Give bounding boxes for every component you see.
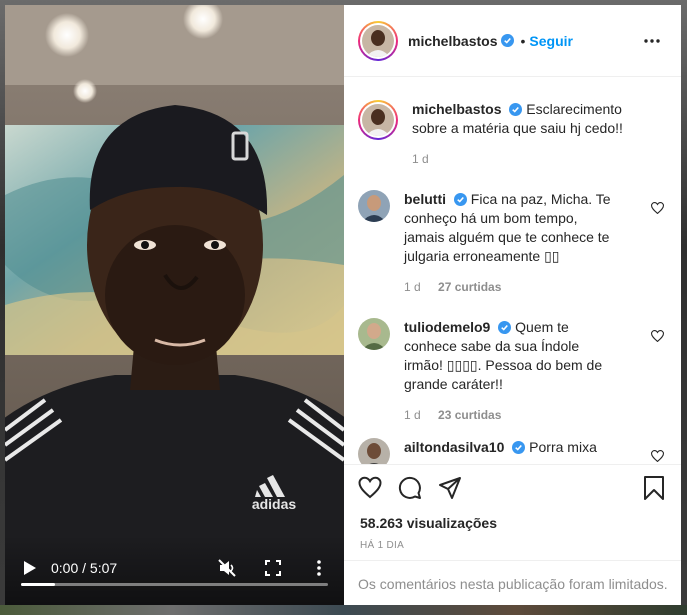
comment-body: ailtondasilva10 Porra mixa — [404, 438, 614, 464]
caption-avatar[interactable] — [358, 100, 398, 140]
action-buttons — [358, 476, 478, 500]
comment-icon[interactable] — [398, 476, 422, 500]
caption-time: 1 d — [412, 152, 429, 166]
comments-limited-bar: Os comentários nesta publicação foram li… — [344, 560, 681, 606]
adidas-stripes-icon — [255, 475, 285, 497]
caption-meta: 1 d — [412, 150, 652, 169]
comment-item: belutti Fica na paz, Micha. Te conheço h… — [358, 190, 668, 297]
verified-badge-icon — [501, 34, 515, 47]
video-controls-row: 0:00 / 5:07 — [19, 553, 330, 583]
author-avatar[interactable] — [358, 20, 398, 61]
video-frame — [5, 5, 344, 605]
video-more-button[interactable] — [308, 557, 330, 579]
play-button[interactable] — [19, 557, 41, 579]
follow-button[interactable]: Seguir — [529, 33, 573, 49]
like-icon[interactable] — [358, 476, 382, 500]
commenter-avatar[interactable] — [358, 190, 390, 222]
comments-list[interactable]: michelbastos Esclarecimento sobre a maté… — [344, 78, 681, 464]
adidas-logo: adidas — [245, 475, 303, 511]
video-progress-bar[interactable] — [21, 583, 328, 586]
share-icon[interactable] — [438, 476, 462, 500]
caption-username[interactable]: michelbastos — [412, 101, 501, 117]
video-progress-fill — [21, 583, 55, 586]
fullscreen-button[interactable] — [262, 557, 284, 579]
commenter-avatar[interactable] — [358, 438, 390, 464]
view-count[interactable]: 58.263 visualizações — [360, 515, 497, 531]
caption-avatar-image — [362, 104, 394, 136]
page-backdrop-strip — [0, 605, 687, 615]
comment-username[interactable]: tuliodemelo9 — [404, 319, 490, 335]
verified-badge-icon — [453, 193, 467, 206]
comment-likes[interactable]: 27 curtidas — [438, 280, 501, 294]
comment-item: tuliodemelo9 Quem te conhece sabe da sua… — [358, 318, 668, 425]
comment-likes[interactable]: 23 curtidas — [438, 408, 501, 422]
verified-badge-icon — [512, 441, 526, 454]
video-time: 0:00 / 5:07 — [51, 560, 118, 576]
adidas-wordmark: adidas — [251, 496, 297, 512]
comment-meta: 1 d 23 curtidas — [404, 406, 614, 425]
verified-badge-icon — [509, 103, 523, 116]
like-comment-icon[interactable] — [651, 450, 664, 462]
header-dot: • — [520, 32, 526, 49]
post-actions: 58.263 visualizações HÁ 1 DIA Os comentá… — [344, 464, 681, 605]
comment-item: ailtondasilva10 Porra mixa — [358, 438, 668, 464]
commenter-avatar[interactable] — [358, 318, 390, 350]
like-comment-icon[interactable] — [651, 202, 664, 214]
comment-time: 1 d — [404, 280, 421, 294]
author-username[interactable]: michelbastos — [408, 33, 497, 49]
comment-body: tuliodemelo9 Quem te conhece sabe da sua… — [404, 318, 614, 425]
play-icon — [24, 561, 36, 575]
comment-body: belutti Fica na paz, Micha. Te conheço h… — [404, 190, 614, 297]
post-options-button[interactable] — [641, 31, 663, 51]
verified-badge-icon — [498, 321, 512, 334]
vertical-dots-icon — [317, 560, 321, 576]
more-options-icon — [644, 39, 660, 43]
author-avatar-image — [362, 24, 394, 57]
comment-meta: 1 d 27 curtidas — [404, 278, 614, 297]
comment-username[interactable]: belutti — [404, 191, 446, 207]
post-timestamp: HÁ 1 DIA — [360, 540, 405, 551]
volume-muted-icon — [218, 559, 236, 577]
post-panel: michelbastos • Seguir michelbastos Escla… — [344, 5, 681, 605]
mute-button[interactable] — [216, 557, 238, 579]
video-controls: 0:00 / 5:07 — [5, 535, 344, 605]
like-comment-icon[interactable] — [651, 330, 664, 342]
comment-text: Porra mixa — [529, 439, 597, 455]
caption-body: michelbastos Esclarecimento sobre a maté… — [412, 100, 652, 169]
post-header: michelbastos • Seguir — [344, 5, 681, 77]
save-bookmark-icon[interactable] — [643, 476, 665, 500]
video-player[interactable]: adidas 0:00 / 5:07 — [5, 5, 344, 605]
fullscreen-icon — [265, 560, 281, 576]
comment-time: 1 d — [404, 408, 421, 422]
comment-username[interactable]: ailtondasilva10 — [404, 439, 504, 455]
comments-limited-notice: Os comentários nesta publicação foram li… — [358, 575, 668, 592]
caption: michelbastos Esclarecimento sobre a maté… — [358, 100, 668, 169]
